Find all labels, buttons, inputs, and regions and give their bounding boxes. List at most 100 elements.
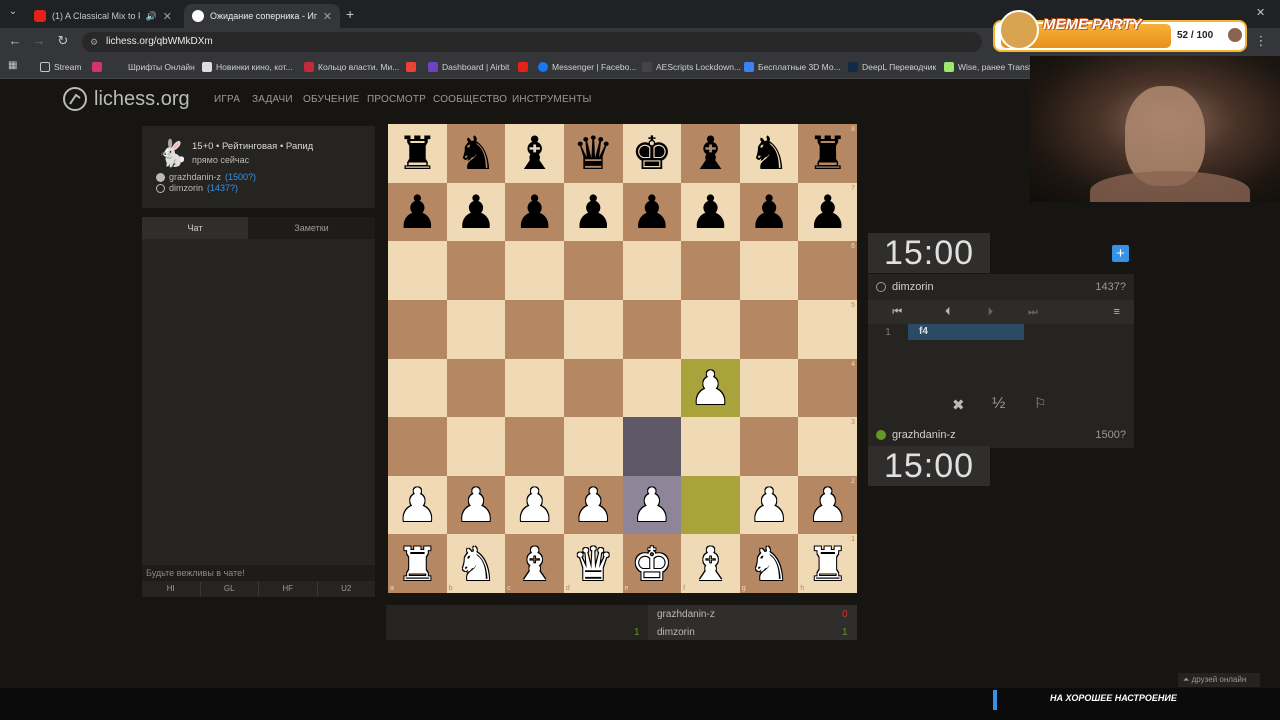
white-pawn-icon[interactable]: ♟ [397,482,438,528]
crosstable-player-2[interactable]: dimzorin [657,627,695,638]
bookmark-item[interactable]: Кольцо власти. Ми... [304,59,399,75]
square-h6[interactable]: 6 [798,241,857,300]
square-d2[interactable]: ♟ [563,475,623,535]
square-d1[interactable]: ♛ d [563,534,623,593]
friends-online-button[interactable]: ⏶ друзей онлайн [1178,673,1260,687]
white-pawn-icon[interactable]: ♟ [573,482,614,528]
resign-flag-icon[interactable]: ⚐ [1034,395,1047,412]
menu-icon[interactable]: ≡ [1054,306,1134,318]
square-g7[interactable]: ♟ [739,182,799,242]
square-c8[interactable]: ♝ [505,124,564,183]
bookmark-item[interactable]: Новинки кино, кот... [202,59,293,75]
chess-board[interactable]: ♜ ♞ ♝ ♛ ♚ ♝ ♞ ♜ 8 ♟ ♟ ♟ ♟ ♟ ♟ ♟ ♟ 7 6 5 ♟ 4 3 ♟ ♟ ♟ ♟ ♟ ♟ ♟ 2 ♜ a ♞ b ♝ c ♛ d ♚… [388,124,857,593]
black-pawn-icon[interactable]: ♟ [573,189,614,235]
black-pawn-icon[interactable]: ♟ [807,189,848,235]
back-icon[interactable]: ← [6,32,24,50]
square-h7[interactable]: ♟ 7 [798,182,857,242]
square-e7[interactable]: ♟ [622,182,682,242]
square-b2[interactable]: ♟ [446,475,506,535]
square-a3[interactable] [388,417,447,476]
bookmark-item[interactable]: Stream [40,59,81,75]
black-bishop-icon[interactable]: ♝ [514,130,555,176]
nav-watch[interactable]: ПРОСМОТР [367,94,426,105]
white-king-icon[interactable]: ♚ [631,541,672,587]
square-h3[interactable]: 3 [798,417,857,476]
quick-hf-button[interactable]: HF [259,582,318,596]
bookmark-item[interactable]: Бесплатные 3D Мо... [744,59,841,75]
black-pawn-icon[interactable]: ♟ [748,189,789,235]
black-rook-icon[interactable]: ♜ [397,130,438,176]
square-f6[interactable] [681,241,740,300]
white-pawn-icon[interactable]: ♟ [514,482,555,528]
black-pawn-icon[interactable]: ♟ [397,189,438,235]
bookmark-item[interactable]: Wise, ранее Transfe... [944,59,1043,75]
square-h8[interactable]: ♜ 8 [798,124,857,183]
square-e5[interactable] [622,299,682,359]
square-e4[interactable] [622,358,682,418]
square-a5[interactable] [388,299,447,359]
black-pawn-icon[interactable]: ♟ [690,189,731,235]
square-c2[interactable]: ♟ [505,475,564,535]
nav-tools[interactable]: ИНСТРУМЕНТЫ [512,94,592,105]
square-g4[interactable] [739,358,799,418]
black-rook-icon[interactable]: ♜ [807,130,848,176]
square-a6[interactable] [388,241,447,300]
square-h2[interactable]: ♟ 2 [798,475,857,535]
tab-notes[interactable]: Заметки [248,217,375,239]
square-e8[interactable]: ♚ [622,124,682,183]
reload-icon[interactable]: ↻ [54,32,72,50]
square-a1[interactable]: ♜ a [388,534,447,593]
black-pawn-icon[interactable]: ♟ [455,189,496,235]
square-c5[interactable] [505,299,564,359]
window-close-button[interactable]: ✕ [1256,6,1265,19]
square-b8[interactable]: ♞ [446,124,506,183]
bookmark-item[interactable] [518,59,528,75]
black-knight-icon[interactable]: ♞ [455,130,496,176]
white-pawn-icon[interactable]: ♟ [748,482,789,528]
square-f5[interactable] [681,299,740,359]
square-c6[interactable] [505,241,564,300]
black-player-row[interactable]: dimzorin (1437?) [156,183,238,193]
player-name[interactable]: grazhdanin-z [892,429,956,441]
black-pawn-icon[interactable]: ♟ [514,189,555,235]
tab-chat[interactable]: Чат [142,217,248,239]
previous-move-icon[interactable]: ⏴ [927,306,970,319]
square-h5[interactable]: 5 [798,299,857,359]
nav-learn[interactable]: ОБУЧЕНИЕ [303,94,359,105]
square-f4[interactable]: ♟ [681,358,740,418]
bookmark-item[interactable]: Messenger | Facebo... [538,59,636,75]
square-d5[interactable] [563,299,623,359]
square-g8[interactable]: ♞ [739,124,799,183]
url-input[interactable]: ⚙ lichess.org/qbWMkDXm [82,32,982,52]
chat-input[interactable]: Будьте вежливы в чате! [142,565,375,581]
bookmark-item[interactable]: AEScripts Lockdown... [642,59,741,75]
square-d4[interactable] [563,358,623,418]
square-b4[interactable] [446,358,506,418]
square-a8[interactable]: ♜ [388,124,447,183]
square-g3[interactable] [739,417,799,476]
tab-lichess[interactable]: Ожидание соперника - Игра ✕ [184,4,340,28]
white-pawn-icon[interactable]: ♟ [690,365,731,411]
bookmark-item[interactable]: Шрифты Онлайн [128,59,195,75]
square-d7[interactable]: ♟ [563,182,623,242]
white-player-row[interactable]: grazhdanin-z (1500?) [156,172,256,182]
forward-icon[interactable]: → [30,32,48,50]
add-time-icon[interactable]: + [1112,245,1129,262]
quick-gl-button[interactable]: GL [201,582,259,596]
white-pawn-icon[interactable]: ♟ [455,482,496,528]
draw-offer-button[interactable]: ½ [992,395,1005,413]
square-b7[interactable]: ♟ [446,182,506,242]
square-f8[interactable]: ♝ [681,124,740,183]
move-white[interactable]: f4 [908,324,1024,340]
square-e1[interactable]: ♚ e [622,534,682,593]
white-bishop-icon[interactable]: ♝ [690,541,731,587]
white-queen-icon[interactable]: ♛ [573,541,614,587]
white-rook-icon[interactable]: ♜ [807,541,848,587]
abort-icon[interactable]: ✖ [952,396,965,414]
square-g1[interactable]: ♞ g [739,534,799,593]
black-king-icon[interactable]: ♚ [631,130,672,176]
quick-hi-button[interactable]: HI [142,582,201,596]
tab-youtube[interactable]: (1) A Classical Mix to Play C 🔊 ✕ [26,4,180,28]
square-a2[interactable]: ♟ [388,475,447,535]
black-pawn-icon[interactable]: ♟ [631,189,672,235]
